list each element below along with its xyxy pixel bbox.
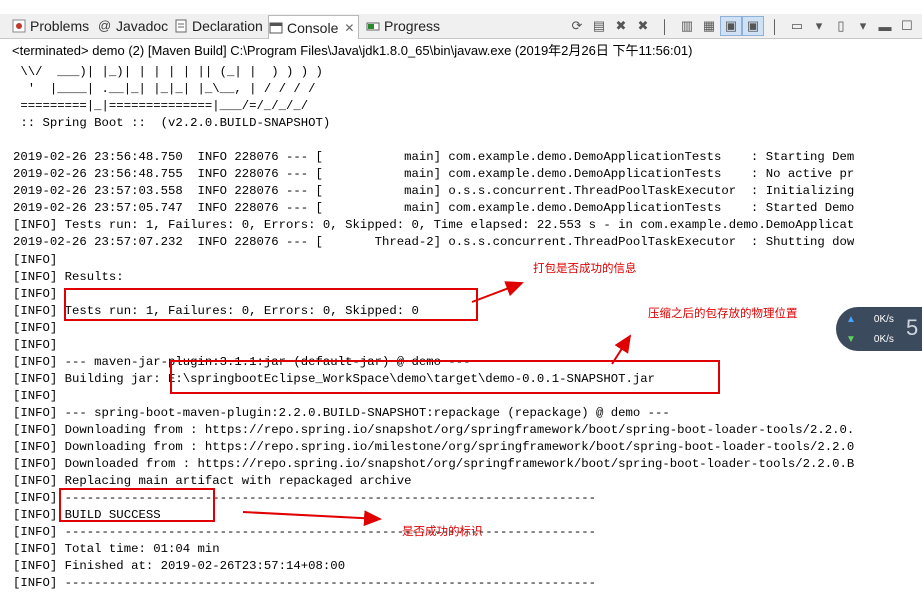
annotation-note-success-flag: 是否成功的标识 [402, 526, 483, 538]
arrow-to-note1 [471, 281, 524, 303]
annotation-note-packaging-info: 打包是否成功的信息 [533, 263, 637, 275]
upload-speed: 0K/s [873, 314, 894, 325]
download-arrow-icon: ▼ [846, 334, 856, 345]
download-speed: 0K/s [873, 334, 894, 345]
network-speed-widget[interactable]: ▲ 0K/s ▼ 0K/s 5 [836, 307, 922, 351]
upload-arrow-icon: ▲ [846, 314, 856, 325]
arrow-to-note2 [611, 334, 632, 365]
annotation-arrows [242, 281, 632, 527]
annotation-note-jar-location: 压缩之后的包存放的物理位置 [648, 308, 798, 320]
arrow-to-note3 [242, 510, 382, 527]
widget-digit: 5 [906, 315, 919, 340]
